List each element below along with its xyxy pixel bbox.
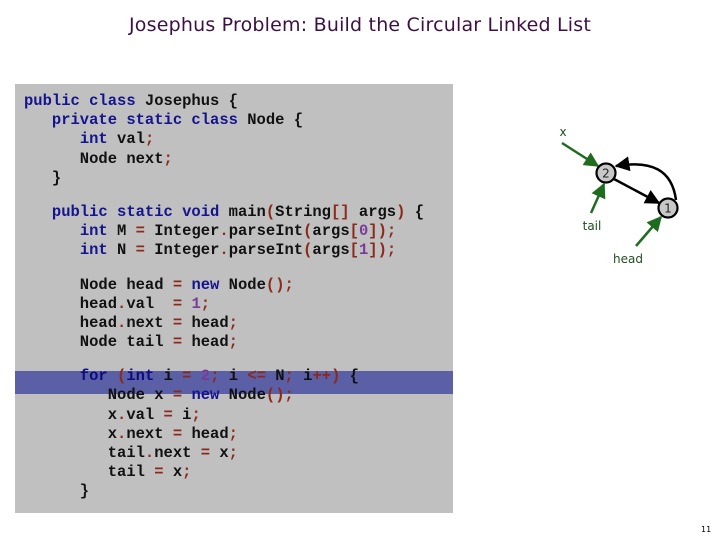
tail-pointer-arrow bbox=[589, 182, 606, 214]
tail-pointer-label: tail bbox=[583, 219, 602, 233]
link-node2-to-node1 bbox=[613, 177, 661, 205]
x-pointer-arrow bbox=[561, 141, 600, 168]
node-2-label: 2 bbox=[602, 167, 610, 181]
node-1: 1 bbox=[657, 197, 679, 219]
page-number: 11 bbox=[701, 525, 712, 534]
node-1-label: 1 bbox=[664, 202, 672, 216]
x-pointer-label: x bbox=[559, 125, 566, 139]
head-pointer-arrow bbox=[635, 215, 662, 247]
head-pointer-label: head bbox=[613, 252, 643, 266]
node-2: 2 bbox=[595, 162, 617, 184]
linked-list-diagram: 2 1 x tail head bbox=[559, 125, 679, 266]
